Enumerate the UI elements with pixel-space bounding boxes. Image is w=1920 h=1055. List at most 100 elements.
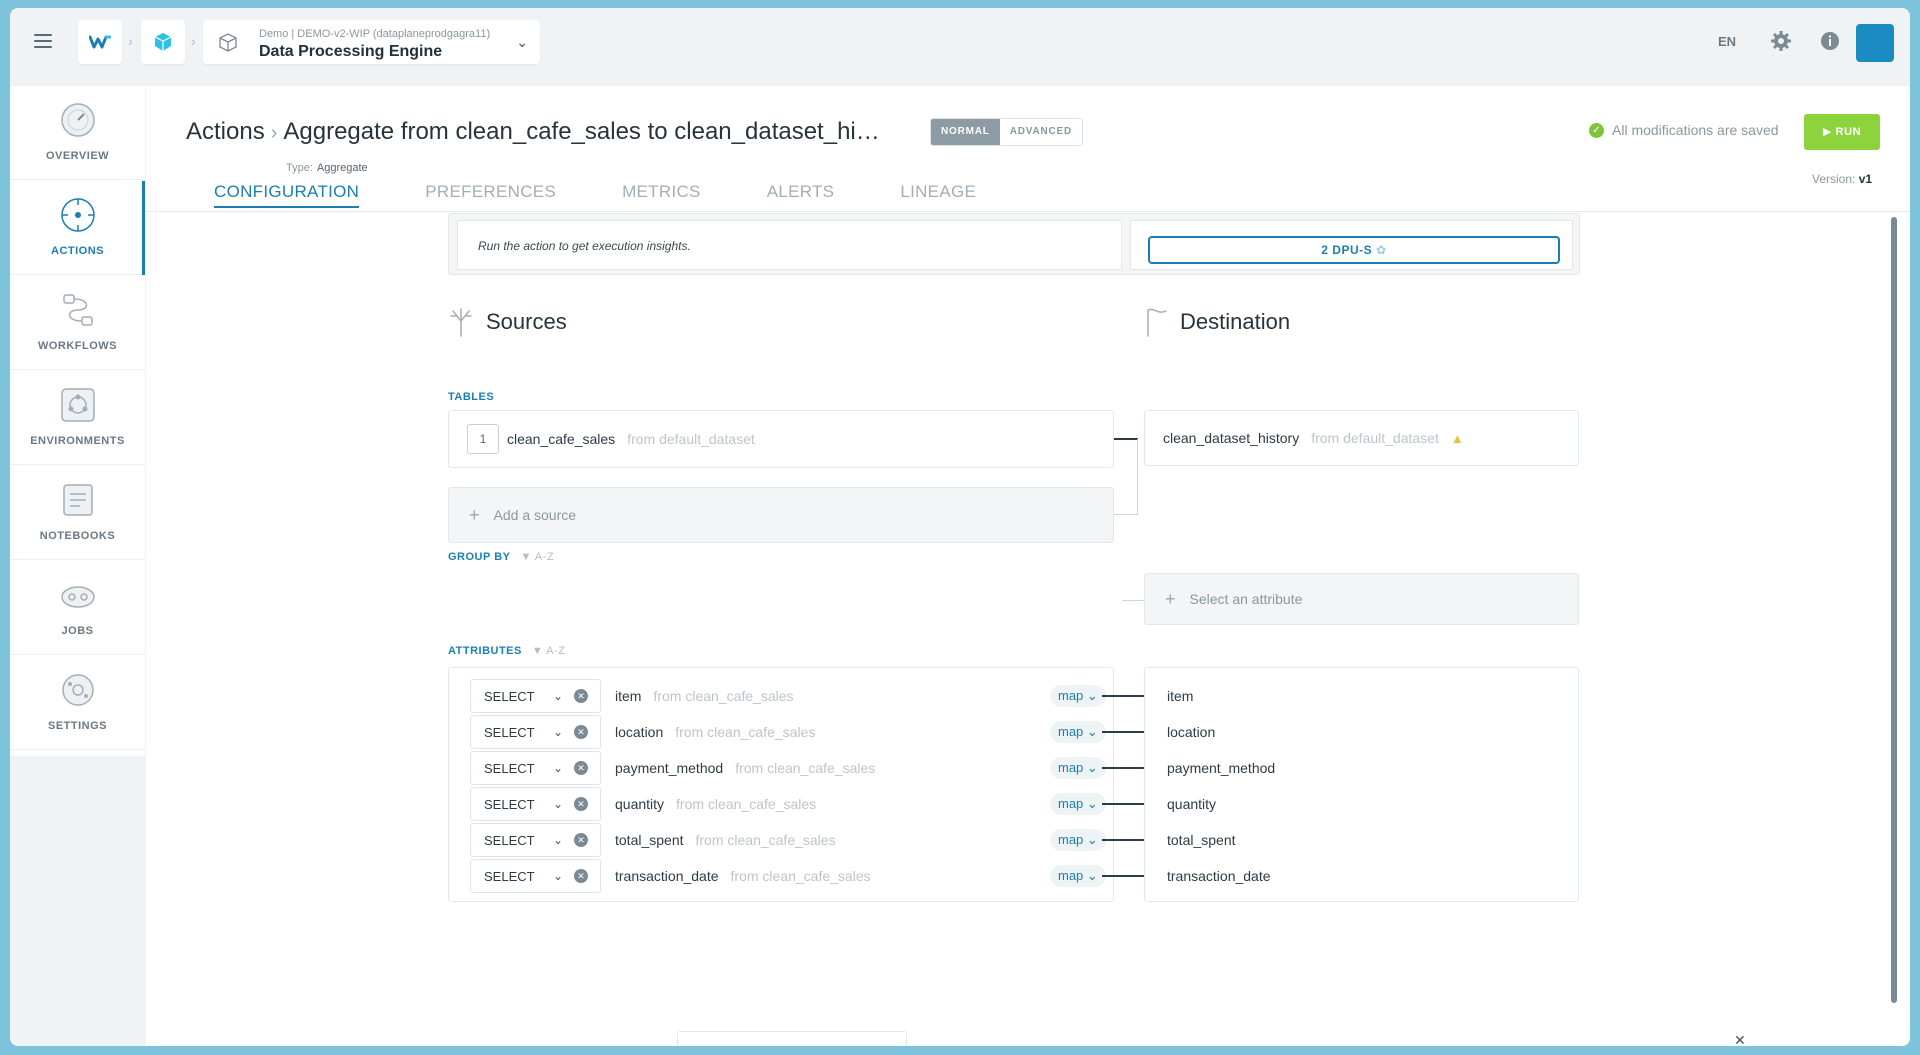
attribute-connector xyxy=(1102,803,1144,805)
action-title[interactable]: Aggregate from clean_cafe_sales to clean… xyxy=(283,118,879,145)
operation-select[interactable]: SELECT ⌄ ✕ xyxy=(470,859,601,893)
mode-advanced-button[interactable]: ADVANCED xyxy=(999,119,1083,145)
select-attribute-button[interactable]: + Select an attribute xyxy=(1144,573,1579,625)
destination-attribute[interactable]: payment_method xyxy=(1167,760,1275,776)
plus-icon: + xyxy=(1165,588,1176,609)
table-connector xyxy=(1137,439,1138,515)
attribute-row: SELECT ⌄ ✕ item from clean_cafe_sales map … xyxy=(470,679,1106,713)
group-by-label: GROUP BY ▼ A-Z xyxy=(448,551,554,563)
gauge-icon xyxy=(60,103,95,137)
sidebar-item-workflows[interactable]: WORKFLOWS xyxy=(10,276,145,370)
gear-icon[interactable] xyxy=(1770,30,1792,52)
operation-value: SELECT xyxy=(484,724,535,740)
operation-value: SELECT xyxy=(484,868,535,884)
source-table-card[interactable]: 1 clean_cafe_sales from default_dataset xyxy=(448,410,1114,468)
source-attributes-card: SELECT ⌄ ✕ item from clean_cafe_sales map … xyxy=(448,667,1114,902)
tab-configuration[interactable]: CONFIGURATION xyxy=(214,182,360,208)
attribute-connector xyxy=(1102,875,1144,877)
clear-icon[interactable]: ✕ xyxy=(574,689,588,703)
destination-attribute[interactable]: location xyxy=(1167,724,1215,740)
gear-icon: ✿ xyxy=(1376,243,1387,257)
tab-preferences[interactable]: PREFERENCES xyxy=(425,182,556,208)
destination-attribute[interactable]: total_spent xyxy=(1167,832,1236,848)
clear-icon[interactable]: ✕ xyxy=(574,797,588,811)
dpu-button[interactable]: 2 DPU-S ✿ xyxy=(1148,236,1560,264)
destination-attribute[interactable]: transaction_date xyxy=(1167,868,1271,884)
map-dropdown[interactable]: map ⌄ xyxy=(1050,685,1106,707)
insights-message: Run the action to get execution insights… xyxy=(457,220,1122,270)
operation-select[interactable]: SELECT ⌄ ✕ xyxy=(470,823,601,857)
notebook-icon xyxy=(62,484,93,516)
operation-select[interactable]: SELECT ⌄ ✕ xyxy=(470,715,601,749)
clear-icon[interactable]: ✕ xyxy=(574,869,588,883)
sources-title: Sources xyxy=(486,309,567,334)
operation-select[interactable]: SELECT ⌄ ✕ xyxy=(470,751,601,785)
destination-table-name: clean_dataset_history xyxy=(1163,430,1300,446)
sort-az-button[interactable]: ▼ A-Z xyxy=(520,551,554,563)
version-label: Version: xyxy=(1812,172,1856,186)
clear-icon[interactable]: ✕ xyxy=(574,761,588,775)
attribute-name: location xyxy=(615,724,664,740)
attribute-row: SELECT ⌄ ✕ location from clean_cafe_sales … xyxy=(470,715,1106,749)
clear-icon[interactable]: ✕ xyxy=(574,833,588,847)
project-name: Data Processing Engine xyxy=(259,43,443,60)
destination-attribute[interactable]: quantity xyxy=(1167,796,1216,812)
sidebar-item-overview[interactable]: OVERVIEW xyxy=(10,86,145,180)
language-selector[interactable]: EN xyxy=(1718,34,1736,49)
map-label: map xyxy=(1058,868,1084,883)
attribute-name: payment_method xyxy=(615,760,724,776)
operation-select[interactable]: SELECT ⌄ ✕ xyxy=(470,679,601,713)
sidebar-item-jobs[interactable]: JOBS xyxy=(10,561,145,655)
play-icon: ▶ xyxy=(1822,126,1832,138)
workflow-icon xyxy=(62,294,93,326)
attribute-name: total_spent xyxy=(615,832,684,848)
source-table-name: clean_cafe_sales xyxy=(507,431,616,447)
source-index: 1 xyxy=(467,424,499,454)
clear-icon[interactable]: ✕ xyxy=(574,725,588,739)
info-icon[interactable] xyxy=(1819,30,1841,52)
breadcrumb-actions[interactable]: Actions xyxy=(186,118,265,145)
operation-value: SELECT xyxy=(484,760,535,776)
map-dropdown[interactable]: map ⌄ xyxy=(1050,829,1106,851)
menu-icon[interactable] xyxy=(34,34,52,48)
map-dropdown[interactable]: map ⌄ xyxy=(1050,865,1106,887)
scrollbar-thumb[interactable] xyxy=(1891,217,1897,1003)
attribute-source: from clean_cafe_sales xyxy=(695,832,836,848)
sort-label: A-Z xyxy=(534,551,555,563)
group-connector xyxy=(1122,600,1144,601)
chevron-down-icon: ⌄ xyxy=(553,689,564,703)
tab-alerts[interactable]: ALERTS xyxy=(767,182,835,208)
operation-select[interactable]: SELECT ⌄ ✕ xyxy=(470,787,601,821)
map-dropdown[interactable]: map ⌄ xyxy=(1050,721,1106,743)
chevron-down-icon: ⌄ xyxy=(516,34,528,50)
breadcrumb-separator-icon: › xyxy=(191,33,196,49)
add-source-button[interactable]: + Add a source xyxy=(448,487,1114,543)
attribute-name: transaction_date xyxy=(615,868,719,884)
mode-normal-button[interactable]: NORMAL xyxy=(931,119,1000,145)
sort-az-button[interactable]: ▼ A-Z xyxy=(532,645,566,657)
home-logo[interactable] xyxy=(78,20,122,64)
sidebar-item-actions[interactable]: ACTIONS xyxy=(10,181,145,275)
close-icon[interactable]: ✕ xyxy=(1734,1032,1746,1046)
project-button[interactable] xyxy=(141,20,185,64)
map-dropdown[interactable]: map ⌄ xyxy=(1050,793,1106,815)
table-connector xyxy=(1114,438,1138,440)
sidebar-item-label: WORKFLOWS xyxy=(37,340,118,352)
run-button[interactable]: ▶ RUN xyxy=(1804,114,1880,150)
sources-icon xyxy=(450,308,472,337)
select-attribute-label: Select an attribute xyxy=(1189,591,1303,607)
configuration-content: Run the action to get execution insights… xyxy=(146,213,1910,1046)
destination-table-card[interactable]: clean_dataset_history from default_datas… xyxy=(1144,410,1579,466)
destination-attribute[interactable]: item xyxy=(1167,688,1193,704)
tab-metrics[interactable]: METRICS xyxy=(622,182,701,208)
sidebar-item-settings[interactable]: SETTINGS xyxy=(10,656,145,750)
avatar[interactable] xyxy=(1856,24,1894,62)
map-dropdown[interactable]: map ⌄ xyxy=(1050,757,1106,779)
tab-lineage[interactable]: LINEAGE xyxy=(900,182,976,208)
sidebar-item-notebooks[interactable]: NOTEBOOKS xyxy=(10,466,145,560)
sidebar-item-environments[interactable]: ENVIRONMENTS xyxy=(10,371,145,465)
sidebar-item-label: SETTINGS xyxy=(47,720,107,732)
warning-icon: ▲ xyxy=(1450,430,1464,446)
project-selector[interactable]: Demo | DEMO-v2-WIP (dataplaneprodgagra11… xyxy=(203,20,540,64)
target-icon xyxy=(60,198,95,232)
